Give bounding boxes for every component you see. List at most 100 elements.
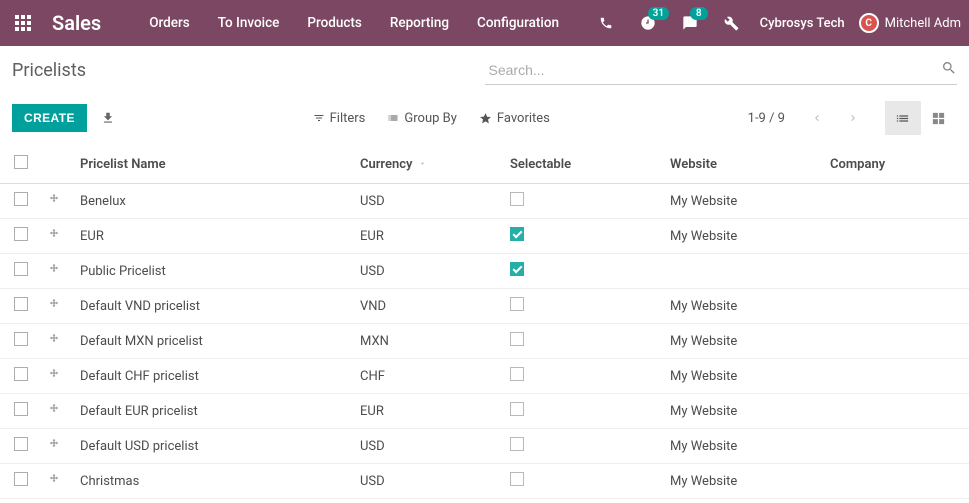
- cell-selectable: [510, 472, 524, 486]
- phone-icon: [599, 16, 613, 30]
- drag-handle[interactable]: [48, 193, 60, 205]
- table-row[interactable]: Default VND pricelistVNDMy Website: [0, 289, 969, 324]
- row-checkbox[interactable]: [14, 192, 28, 206]
- nav-orders[interactable]: Orders: [135, 0, 204, 46]
- table-row[interactable]: BeneluxUSDMy Website: [0, 184, 969, 219]
- col-name[interactable]: Pricelist Name: [70, 145, 350, 184]
- drag-handle[interactable]: [48, 228, 60, 240]
- move-icon: [48, 403, 60, 415]
- move-icon: [48, 333, 60, 345]
- list-view-icon: [895, 111, 910, 126]
- cell-selectable: [510, 297, 524, 311]
- row-checkbox[interactable]: [14, 297, 28, 311]
- cell-company: [820, 359, 969, 394]
- pager-counter[interactable]: 1-9 / 9: [748, 111, 785, 126]
- table-row[interactable]: Public PricelistUSD: [0, 254, 969, 289]
- drag-handle[interactable]: [48, 333, 60, 345]
- cell-company: [820, 289, 969, 324]
- user-menu[interactable]: C Mitchell Adm: [859, 13, 961, 33]
- table-row[interactable]: EUREURMy Website: [0, 219, 969, 254]
- cell-selectable: [510, 262, 524, 276]
- apps-menu-button[interactable]: [0, 0, 46, 46]
- search-input[interactable]: [485, 56, 958, 85]
- col-selectable[interactable]: Selectable: [500, 145, 660, 184]
- cell-website: My Website: [660, 289, 820, 324]
- cell-selectable: [510, 402, 524, 416]
- cell-website: My Website: [660, 464, 820, 499]
- cell-selectable: [510, 332, 524, 346]
- move-icon: [48, 228, 60, 240]
- debug-button[interactable]: [718, 0, 746, 46]
- nav-reporting[interactable]: Reporting: [376, 0, 463, 46]
- activities-button[interactable]: 31: [634, 0, 662, 46]
- pager-next[interactable]: [839, 104, 867, 132]
- drag-handle[interactable]: [48, 298, 60, 310]
- export-button[interactable]: [101, 111, 115, 125]
- cell-currency: USD: [350, 429, 500, 464]
- activities-badge: 31: [648, 7, 669, 20]
- row-checkbox[interactable]: [14, 332, 28, 346]
- drag-handle[interactable]: [48, 473, 60, 485]
- drag-handle[interactable]: [48, 368, 60, 380]
- cell-selectable: [510, 367, 524, 381]
- wrench-icon: [724, 16, 739, 31]
- table-row[interactable]: Default EUR pricelistEURMy Website: [0, 394, 969, 429]
- cell-name: Default CHF pricelist: [70, 359, 350, 394]
- cell-currency: VND: [350, 289, 500, 324]
- list-icon: [387, 112, 399, 124]
- cell-company: [820, 429, 969, 464]
- table-row[interactable]: Default USD pricelistUSDMy Website: [0, 429, 969, 464]
- apps-icon: [15, 15, 31, 31]
- col-company[interactable]: Company: [820, 145, 969, 184]
- breadcrumb: Pricelists: [12, 56, 485, 95]
- cell-website: My Website: [660, 184, 820, 219]
- nav-configuration[interactable]: Configuration: [463, 0, 573, 46]
- move-icon: [48, 298, 60, 310]
- row-checkbox[interactable]: [14, 262, 28, 276]
- move-icon: [48, 438, 60, 450]
- drag-handle[interactable]: [48, 438, 60, 450]
- favorites-button[interactable]: Favorites: [479, 111, 550, 126]
- pager-prev[interactable]: [803, 104, 831, 132]
- cell-website: My Website: [660, 359, 820, 394]
- cell-selectable: [510, 437, 524, 451]
- cell-selectable: [510, 192, 524, 206]
- create-button[interactable]: CREATE: [12, 104, 87, 132]
- row-checkbox[interactable]: [14, 402, 28, 416]
- table-row[interactable]: Default CHF pricelistCHFMy Website: [0, 359, 969, 394]
- drag-handle[interactable]: [48, 403, 60, 415]
- search-box: [485, 56, 958, 85]
- move-icon: [48, 473, 60, 485]
- row-checkbox[interactable]: [14, 437, 28, 451]
- view-list-button[interactable]: [885, 101, 921, 135]
- col-currency[interactable]: Currency: [350, 145, 500, 184]
- search-icon[interactable]: [941, 60, 957, 80]
- cell-currency: EUR: [350, 394, 500, 429]
- filters-button[interactable]: Filters: [313, 111, 366, 126]
- chevron-left-icon: [811, 112, 823, 124]
- cell-company: [820, 324, 969, 359]
- drag-handle[interactable]: [48, 263, 60, 275]
- top-nav: Sales Orders To Invoice Products Reporti…: [0, 0, 969, 46]
- cell-currency: USD: [350, 464, 500, 499]
- nav-to-invoice[interactable]: To Invoice: [204, 0, 294, 46]
- company-selector[interactable]: Cybrosys Tech: [760, 16, 845, 31]
- groupby-button[interactable]: Group By: [387, 111, 457, 126]
- row-checkbox[interactable]: [14, 227, 28, 241]
- col-website[interactable]: Website: [660, 145, 820, 184]
- phone-button[interactable]: [592, 0, 620, 46]
- view-kanban-button[interactable]: [921, 101, 957, 135]
- app-brand[interactable]: Sales: [46, 11, 135, 35]
- cell-selectable: [510, 227, 524, 241]
- table-row[interactable]: ChristmasUSD My Website: [0, 464, 969, 499]
- table-row[interactable]: Default MXN pricelistMXNMy Website: [0, 324, 969, 359]
- nav-products[interactable]: Products: [293, 0, 375, 46]
- cell-currency: MXN: [350, 324, 500, 359]
- select-all-checkbox[interactable]: [14, 155, 28, 169]
- cell-website: [660, 254, 820, 289]
- cell-name: Christmas: [70, 464, 350, 499]
- row-checkbox[interactable]: [14, 472, 28, 486]
- row-checkbox[interactable]: [14, 367, 28, 381]
- move-icon: [48, 193, 60, 205]
- messages-button[interactable]: 8: [676, 0, 704, 46]
